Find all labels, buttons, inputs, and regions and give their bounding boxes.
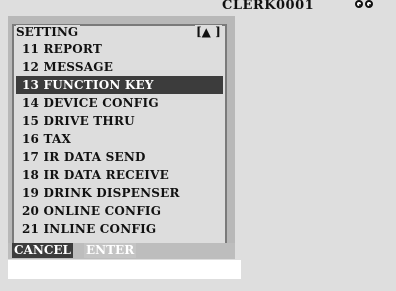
- pos-screen: CLERK0001 SETTING [▲ ] 11 REPORT 12 MESS…: [0, 0, 396, 291]
- menu-item-ir-data-send[interactable]: 17 IR DATA SEND: [16, 148, 223, 166]
- ring-icon: [355, 0, 363, 8]
- cancel-button[interactable]: CANCEL: [12, 243, 73, 258]
- setting-window: SETTING [▲ ] 11 REPORT 12 MESSAGE 13 FUN…: [8, 16, 235, 259]
- status-icons: [355, 0, 373, 12]
- menu-title: SETTING: [16, 25, 81, 39]
- ring-icon: [365, 0, 373, 8]
- menu-item-function-key[interactable]: 13 FUNCTION KEY: [16, 76, 223, 94]
- input-field[interactable]: [8, 260, 241, 279]
- status-bar: CLERK0001: [0, 0, 396, 13]
- menu-item-ir-data-receive[interactable]: 18 IR DATA RECEIVE: [16, 166, 223, 184]
- menu-item-drive-thru[interactable]: 15 DRIVE THRU: [16, 112, 223, 130]
- menu-item-device-config[interactable]: 14 DEVICE CONFIG: [16, 94, 223, 112]
- enter-button[interactable]: ENTER: [84, 243, 137, 258]
- menu-item-message[interactable]: 12 MESSAGE: [16, 58, 223, 76]
- clerk-id: CLERK0001: [222, 0, 315, 13]
- menu-item-report[interactable]: 11 REPORT: [16, 40, 223, 58]
- menu-item-online-config[interactable]: 20 ONLINE CONFIG: [16, 202, 223, 220]
- menu-item-inline-config[interactable]: 21 INLINE CONFIG: [16, 220, 223, 238]
- menu-item-tax[interactable]: 16 TAX: [16, 130, 223, 148]
- menu-item-drink-dispenser[interactable]: 19 DRINK DISPENSER: [16, 184, 223, 202]
- scroll-indicator[interactable]: [▲ ]: [195, 25, 222, 39]
